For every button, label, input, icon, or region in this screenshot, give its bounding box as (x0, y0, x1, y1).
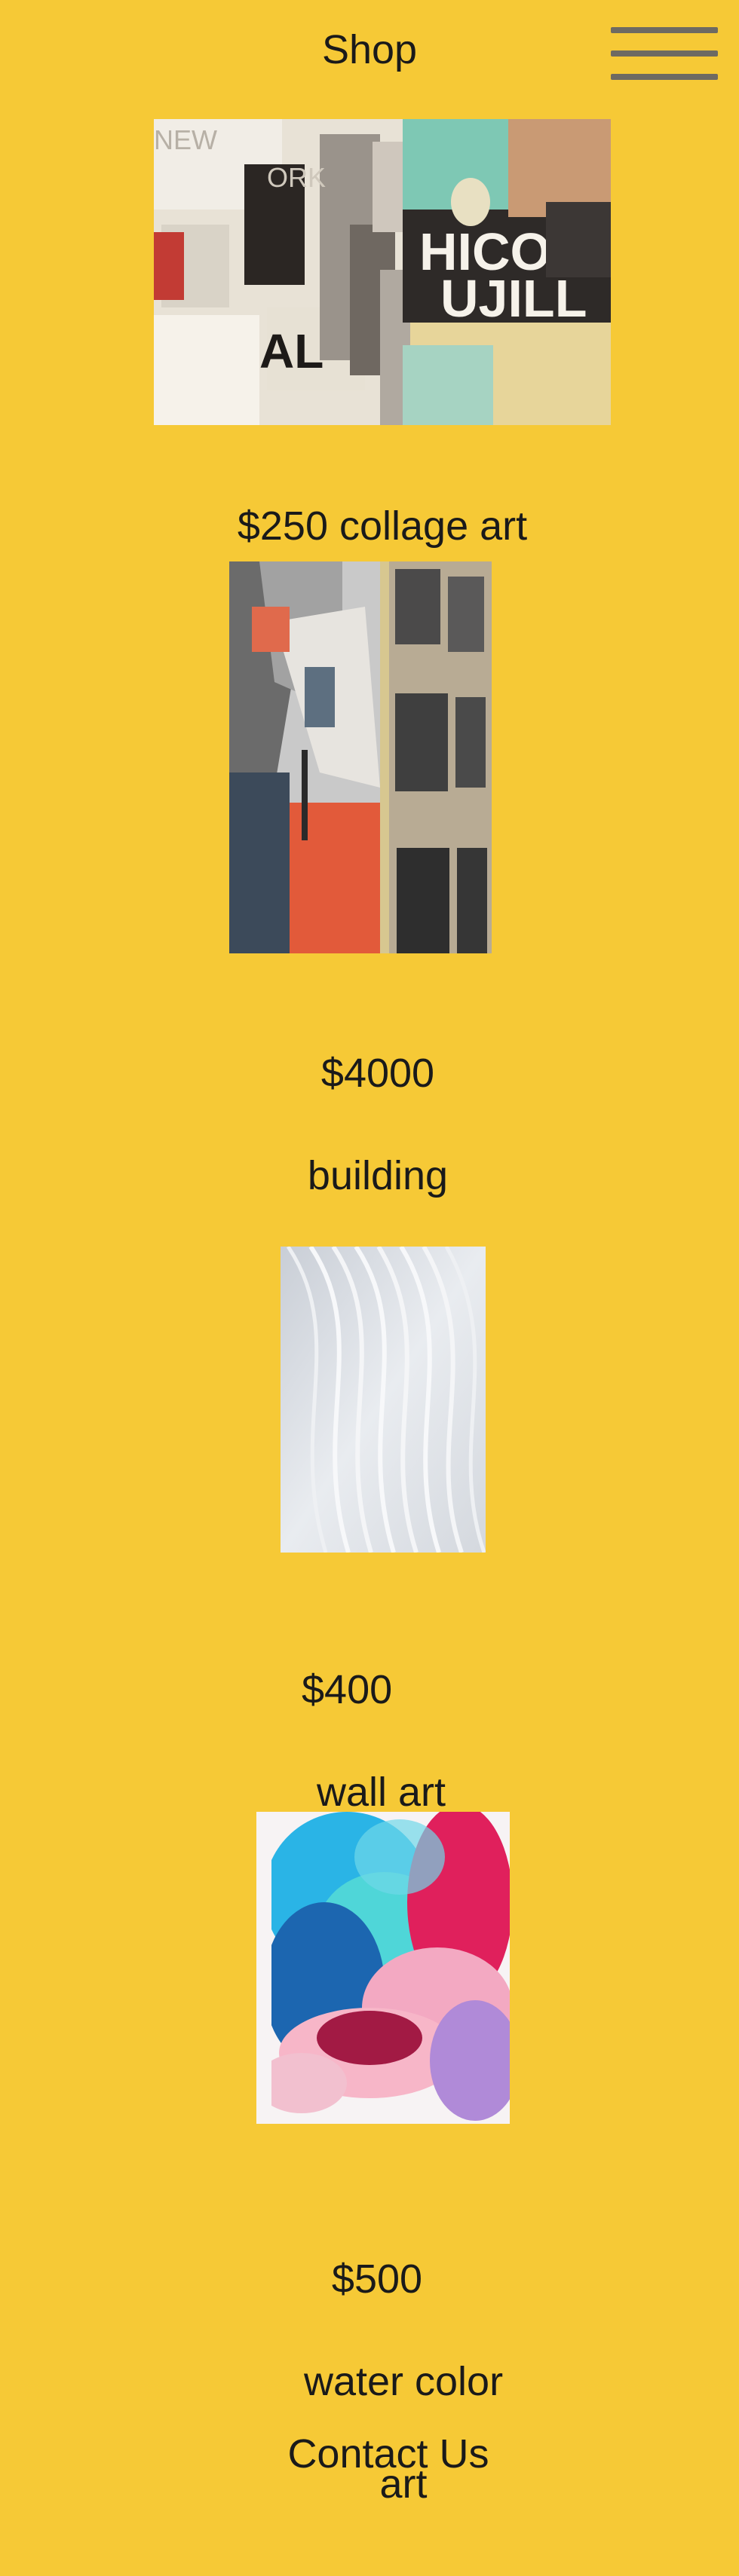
svg-text:NEW: NEW (154, 124, 217, 155)
svg-text:ORK: ORK (267, 162, 326, 193)
svg-text:AL: AL (259, 324, 324, 378)
product-caption-line: $500 (331, 2256, 423, 2302)
product-caption-line: wall art (317, 1770, 446, 1815)
wall-art-image[interactable] (281, 1247, 486, 1553)
product-caption-line: $400 (302, 1667, 393, 1712)
menu-bar (611, 74, 718, 80)
building-art-image[interactable] (229, 561, 492, 953)
menu-bar (611, 50, 718, 57)
product-caption[interactable]: $250 collage art (154, 449, 611, 552)
product-caption-line: building (307, 1153, 449, 1198)
contact-us-link[interactable]: Contact Us (38, 2430, 739, 2478)
svg-text:UJILL: UJILL (440, 269, 587, 328)
product-caption-line: $4000 (320, 1051, 435, 1096)
menu-bar (611, 27, 718, 33)
product-caption-line: $250 collage art (237, 503, 528, 549)
product-caption[interactable]: $500 water color art (287, 2202, 520, 2561)
site-header: Shop (0, 0, 739, 106)
product-caption-line: water color (303, 2359, 504, 2404)
water-color-art-image[interactable] (256, 1812, 510, 2124)
collage-art-image[interactable]: AL HICO UJILL NEW ORK (154, 119, 611, 425)
hamburger-menu-icon[interactable] (611, 27, 718, 80)
